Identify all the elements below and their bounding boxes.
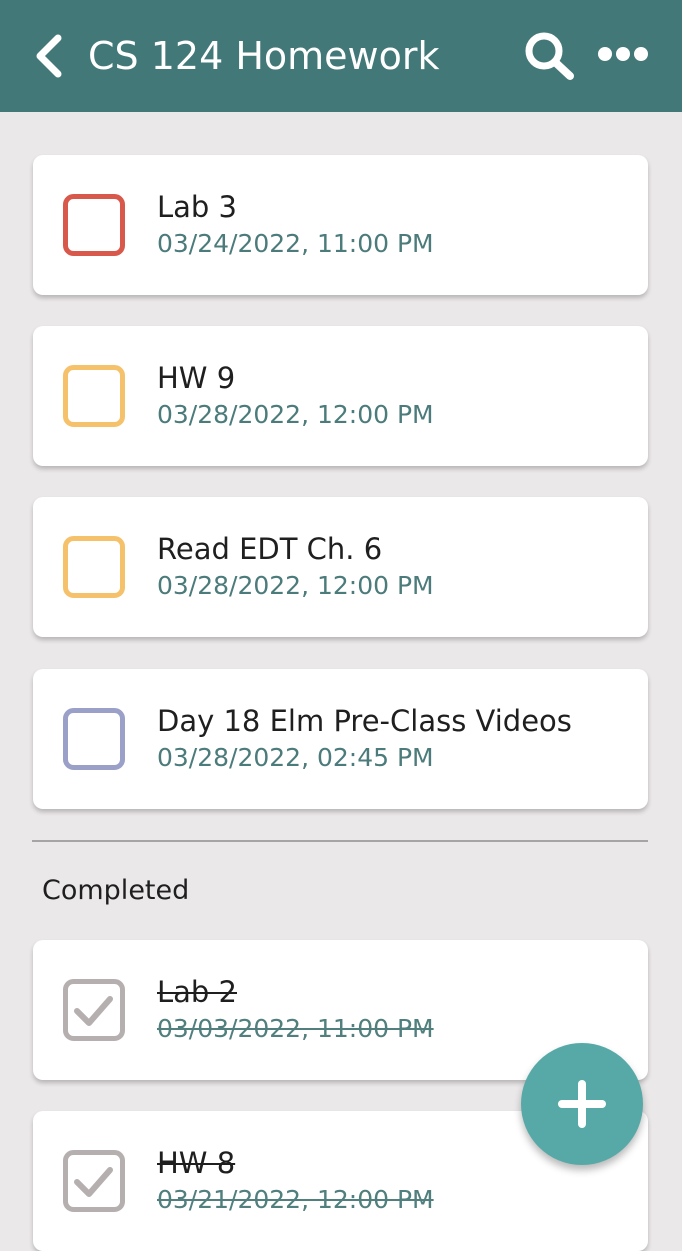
task-due-date: 03/03/2022, 11:00 PM — [157, 1014, 434, 1043]
task-name: HW 9 — [157, 361, 236, 395]
section-divider — [32, 840, 648, 842]
checkbox-icon[interactable] — [63, 536, 125, 598]
task-due-date: 03/28/2022, 12:00 PM — [157, 571, 434, 600]
task-card[interactable]: HW 9 03/28/2022, 12:00 PM — [33, 326, 648, 466]
completed-section-label: Completed — [42, 875, 190, 906]
task-due-date: 03/24/2022, 11:00 PM — [157, 229, 434, 258]
more-horizontal-icon[interactable] — [596, 38, 650, 70]
task-name: Lab 2 — [157, 975, 238, 1009]
task-name: HW 8 — [157, 1146, 236, 1180]
task-due-date: 03/21/2022, 12:00 PM — [157, 1185, 434, 1214]
checkbox-icon[interactable] — [63, 194, 125, 256]
search-icon[interactable] — [520, 30, 578, 82]
chevron-left-icon[interactable] — [30, 32, 70, 80]
checked-checkbox-icon[interactable] — [63, 979, 125, 1041]
plus-icon — [558, 1080, 606, 1128]
task-due-date: 03/28/2022, 12:00 PM — [157, 400, 434, 429]
task-due-date: 03/28/2022, 02:45 PM — [157, 743, 434, 772]
task-name: Day 18 Elm Pre-Class Videos — [157, 704, 572, 738]
app-header: CS 124 Homework — [0, 0, 682, 112]
task-name: Read EDT Ch. 6 — [157, 532, 383, 566]
task-name: Lab 3 — [157, 190, 238, 224]
task-card[interactable]: Day 18 Elm Pre-Class Videos 03/28/2022, … — [33, 669, 648, 809]
checkbox-icon[interactable] — [63, 708, 125, 770]
task-card[interactable]: Lab 3 03/24/2022, 11:00 PM — [33, 155, 648, 295]
task-card[interactable]: Read EDT Ch. 6 03/28/2022, 12:00 PM — [33, 497, 648, 637]
page-title: CS 124 Homework — [88, 34, 440, 78]
checked-checkbox-icon[interactable] — [63, 1150, 125, 1212]
checkbox-icon[interactable] — [63, 365, 125, 427]
add-task-button[interactable] — [521, 1043, 643, 1165]
